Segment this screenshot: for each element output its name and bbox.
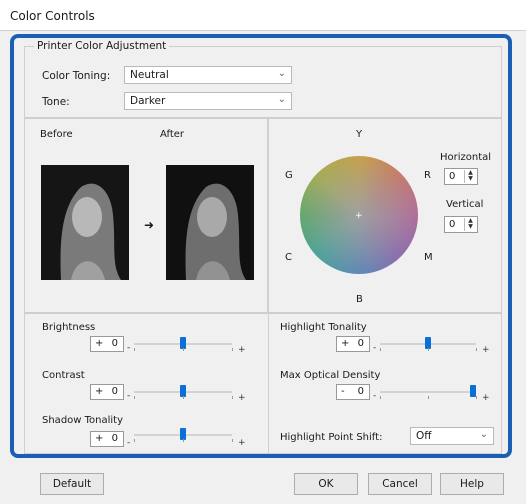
tone-label: Tone:: [42, 96, 70, 108]
brightness-sign: +: [95, 338, 104, 349]
slider-tick: [134, 396, 135, 399]
after-photo: [166, 165, 254, 280]
shadow-tonality-value: 0: [111, 433, 118, 444]
arrow-right-icon: ➜: [144, 218, 155, 232]
max-optical-density-value: 0: [357, 386, 364, 397]
spinner-arrows-icon[interactable]: ▲ ▼: [464, 218, 476, 231]
contrast-value-box[interactable]: + 0: [90, 384, 124, 400]
slider-tick: [183, 439, 184, 442]
plus-sign: +: [238, 393, 246, 403]
before-label: Before: [40, 129, 73, 140]
panel-divider: [268, 313, 269, 454]
minus-sign: -: [127, 343, 131, 353]
contrast-sign: +: [95, 386, 104, 397]
max-optical-density-sign: -: [341, 386, 345, 397]
vertical-spinner[interactable]: 0 ▲ ▼: [444, 216, 478, 233]
wheel-label-m: M: [424, 252, 433, 263]
highlight-tonality-value: 0: [357, 338, 364, 349]
highlight-point-shift-label: Highlight Point Shift:: [280, 432, 383, 443]
chevron-down-icon: ⌄: [277, 68, 286, 79]
wheel-label-c: C: [285, 252, 292, 263]
minus-sign: -: [127, 391, 131, 401]
contrast-label: Contrast: [42, 370, 85, 381]
spinner-arrows-icon[interactable]: ▲ ▼: [464, 170, 476, 183]
horizontal-label: Horizontal: [440, 152, 492, 163]
plus-sign: +: [482, 393, 490, 403]
color-toning-select[interactable]: Neutral ⌄: [124, 66, 292, 84]
portrait-image: [41, 165, 129, 280]
max-optical-density-slider[interactable]: [380, 391, 476, 393]
slider-tick: [476, 396, 477, 399]
slider-tick: [380, 396, 381, 399]
wheel-label-g: G: [285, 170, 293, 181]
vertical-value: 0: [449, 219, 456, 230]
slider-tick: [380, 348, 381, 351]
plus-sign: +: [238, 345, 246, 355]
slider-tick: [428, 348, 429, 351]
max-optical-density-label: Max Optical Density: [280, 370, 381, 381]
minus-sign: -: [373, 343, 377, 353]
max-optical-density-value-box[interactable]: - 0: [336, 384, 370, 400]
slider-tick: [183, 396, 184, 399]
slider-tick: [232, 439, 233, 442]
slider-tick: [183, 348, 184, 351]
before-photo: [41, 165, 129, 280]
ok-button[interactable]: OK: [294, 473, 358, 495]
highlight-point-shift-value: Off: [416, 430, 432, 442]
wheel-label-b: B: [356, 294, 363, 305]
highlight-tonality-value-box[interactable]: + 0: [336, 336, 370, 352]
title-bar: Color Controls: [0, 0, 526, 31]
window-title: Color Controls: [10, 9, 95, 23]
shadow-tonality-value-box[interactable]: + 0: [90, 431, 124, 447]
group-title: Printer Color Adjustment: [34, 40, 170, 52]
help-button[interactable]: Help: [440, 473, 504, 495]
highlight-tonality-sign: +: [341, 338, 350, 349]
highlight-point-shift-select[interactable]: Off ⌄: [410, 427, 494, 445]
brightness-value-box[interactable]: + 0: [90, 336, 124, 352]
minus-sign: -: [373, 391, 377, 401]
tone-select[interactable]: Darker ⌄: [124, 92, 292, 110]
shadow-tonality-sign: +: [95, 433, 104, 444]
slider-tick: [232, 348, 233, 351]
slider-tick: [134, 439, 135, 442]
slider-tick: [428, 396, 429, 399]
color-toning-value: Neutral: [130, 69, 169, 81]
after-label: After: [160, 129, 185, 140]
plus-sign: +: [238, 438, 246, 448]
vertical-label: Vertical: [446, 199, 484, 210]
color-toning-label: Color Toning:: [42, 70, 111, 82]
cancel-button[interactable]: Cancel: [368, 473, 432, 495]
contrast-value: 0: [111, 386, 118, 397]
brightness-label: Brightness: [42, 322, 96, 333]
portrait-image: [166, 165, 254, 280]
tone-value: Darker: [130, 95, 166, 107]
chevron-down-icon: ⌄: [277, 94, 286, 105]
chevron-down-icon: ⌄: [479, 429, 488, 440]
slider-tick: [134, 348, 135, 351]
shadow-tonality-label: Shadow Tonality: [42, 415, 124, 426]
wheel-label-r: R: [424, 170, 431, 181]
highlight-tonality-label: Highlight Tonality: [280, 322, 367, 333]
wheel-label-y: Y: [356, 129, 363, 140]
minus-sign: -: [127, 438, 131, 448]
horizontal-spinner[interactable]: 0 ▲ ▼: [444, 168, 478, 185]
default-button[interactable]: Default: [40, 473, 104, 495]
slider-tick: [476, 348, 477, 351]
brightness-value: 0: [111, 338, 118, 349]
slider-tick: [232, 396, 233, 399]
horizontal-value: 0: [449, 171, 456, 182]
crosshair-icon: +: [355, 211, 363, 221]
plus-sign: +: [482, 345, 490, 355]
